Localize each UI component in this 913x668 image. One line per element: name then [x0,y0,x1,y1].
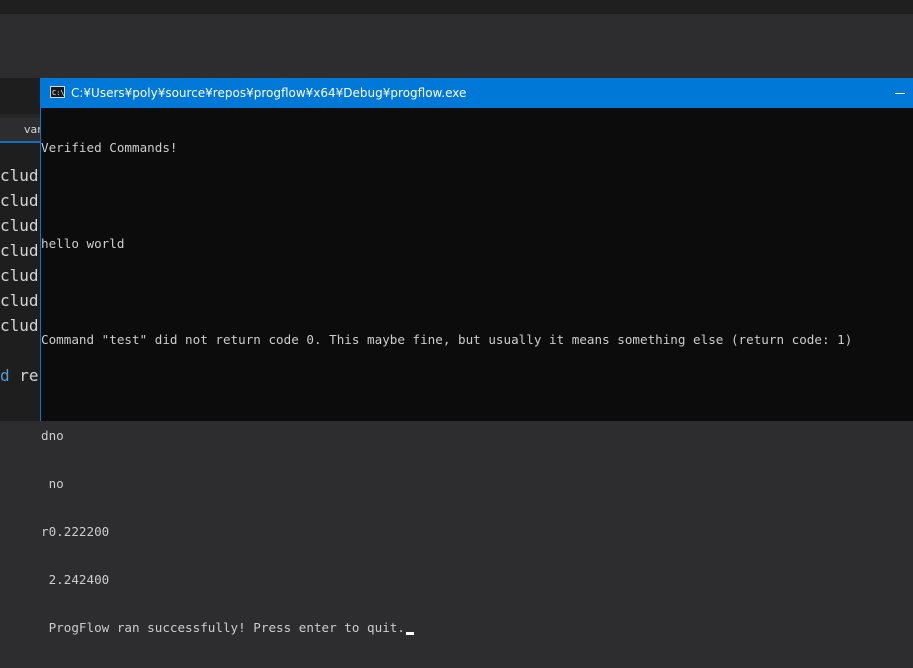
console-app-icon: C:\ [50,86,65,98]
minimize-icon [895,93,905,94]
console-title: C:¥Users¥poly¥source¥repos¥progflow¥x64¥… [71,86,467,100]
editor-tab-indicator [0,141,40,143]
code-line: clud [0,316,39,335]
console-prompt-text: ProgFlow ran successfully! Press enter t… [41,620,405,635]
console-line: dno [41,428,64,443]
code-line: clud [0,241,39,260]
console-line: hello world [41,236,125,251]
code-line: clud [0,291,39,310]
code-line: clud [0,191,39,210]
console-line: r0.222200 [41,524,110,539]
code-line: clud [0,266,39,285]
ide-top-strip [0,0,913,14]
code-keyword: d [0,366,10,385]
ide-toolbar-area [0,14,913,78]
console-line: Verified Commands! [41,140,178,155]
text-cursor [405,632,414,635]
code-line: clud [0,216,39,235]
code-line: clud [0,166,39,185]
console-line: Command "test" did not return code 0. Th… [41,332,853,347]
console-line: 2.242400 [41,572,110,587]
code-text: re [9,366,39,385]
editor-tab[interactable]: var [0,118,40,142]
code-line: d re [0,366,39,386]
console-line: no [41,476,64,491]
console-titlebar[interactable]: C:\ C:¥Users¥poly¥source¥repos¥progflow¥… [41,78,913,108]
minimize-button[interactable] [885,78,913,108]
console-output[interactable]: Verified Commands! hello world Command "… [41,108,913,668]
console-window[interactable]: C:\ C:¥Users¥poly¥source¥repos¥progflow¥… [40,78,913,635]
console-line-prompt: ProgFlow ran successfully! Press enter t… [41,620,913,636]
